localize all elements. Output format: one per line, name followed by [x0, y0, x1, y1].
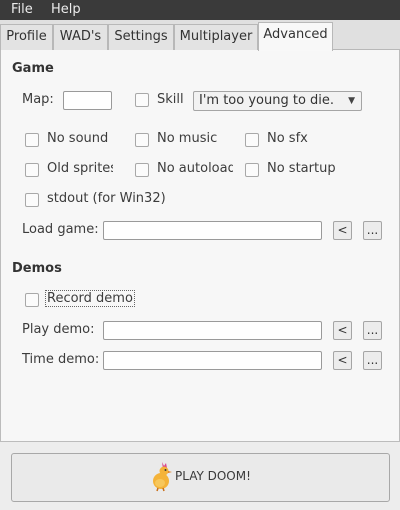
- menu-help[interactable]: Help: [51, 0, 81, 20]
- no-startup-checkbox[interactable]: [245, 163, 259, 177]
- tab-profile[interactable]: Profile: [0, 24, 53, 50]
- play-demo-browse-button[interactable]: ...: [363, 321, 382, 340]
- skill-dropdown-value: I'm too young to die.: [199, 93, 335, 108]
- stdout-checkbox[interactable]: [25, 193, 39, 207]
- old-sprites-label: Old sprites: [47, 161, 113, 176]
- time-demo-label: Time demo:: [22, 352, 100, 367]
- record-demo-label: Record demo: [45, 290, 135, 307]
- no-startup-label: No startup: [267, 161, 336, 176]
- no-music-label: No music: [157, 131, 218, 146]
- skill-dropdown[interactable]: I'm too young to die. ▼: [193, 91, 362, 111]
- no-sfx-label: No sfx: [267, 131, 308, 146]
- game-heading: Game: [12, 61, 54, 76]
- stdout-label: stdout (for Win32): [47, 191, 166, 206]
- dropdown-arrow-icon: ▼: [348, 96, 355, 106]
- no-autoload-label: No autoload: [157, 161, 233, 176]
- tab-settings[interactable]: Settings: [108, 24, 174, 50]
- play-demo-prev-button[interactable]: <: [333, 321, 352, 340]
- load-game-label: Load game:: [22, 222, 99, 237]
- no-sound-label: No sound: [47, 131, 109, 146]
- map-input[interactable]: [63, 91, 112, 110]
- time-demo-input[interactable]: [103, 351, 322, 370]
- load-game-input[interactable]: [103, 221, 322, 240]
- old-sprites-checkbox[interactable]: [25, 163, 39, 177]
- time-demo-prev-button[interactable]: <: [333, 351, 352, 370]
- time-demo-browse-button[interactable]: ...: [363, 351, 382, 370]
- menu-file[interactable]: File: [11, 0, 33, 20]
- load-game-prev-button[interactable]: <: [333, 221, 352, 240]
- play-demo-input[interactable]: [103, 321, 322, 340]
- skill-checkbox[interactable]: [135, 93, 149, 107]
- map-label: Map:: [22, 92, 54, 107]
- no-autoload-checkbox[interactable]: [135, 163, 149, 177]
- chicken-mascot-icon: [153, 462, 172, 492]
- no-music-checkbox[interactable]: [135, 133, 149, 147]
- skill-label: Skill: [157, 92, 184, 107]
- load-game-browse-button[interactable]: ...: [363, 221, 382, 240]
- play-demo-label: Play demo:: [22, 322, 95, 337]
- no-sfx-checkbox[interactable]: [245, 133, 259, 147]
- demos-heading: Demos: [12, 261, 62, 276]
- tab-advanced[interactable]: Advanced: [258, 22, 333, 51]
- tab-wads[interactable]: WAD's: [53, 24, 108, 50]
- tab-multiplayer[interactable]: Multiplayer: [174, 24, 258, 50]
- no-sound-checkbox[interactable]: [25, 133, 39, 147]
- play-doom-label: PLAY DOOM!: [175, 469, 251, 483]
- record-demo-checkbox[interactable]: [25, 293, 39, 307]
